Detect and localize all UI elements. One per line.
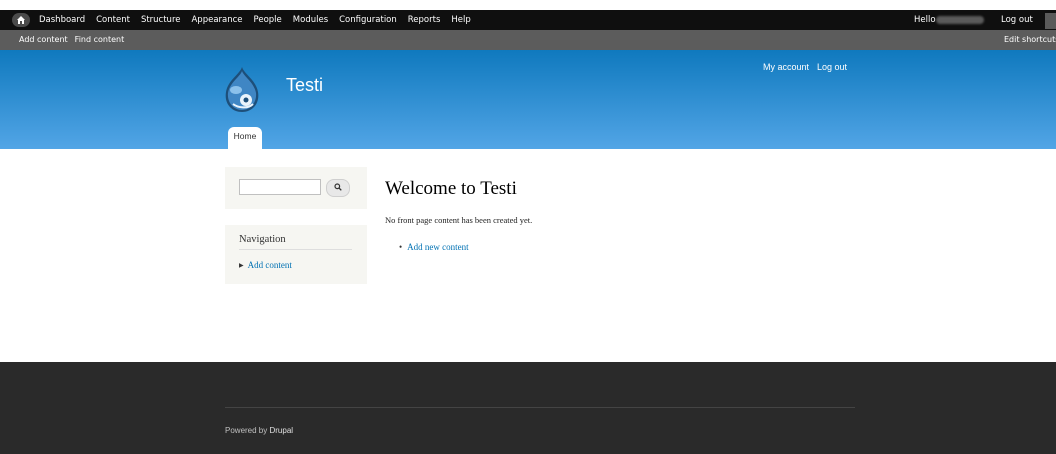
menu-modules[interactable]: Modules xyxy=(293,15,328,25)
blurred-username[interactable] xyxy=(936,16,984,24)
toolbar-logout-link[interactable]: Log out xyxy=(1001,10,1033,30)
powered-by-text: Powered by Drupal xyxy=(225,426,293,435)
admin-toolbar: Dashboard Content Structure Appearance P… xyxy=(0,10,1056,30)
site-footer: Powered by Drupal xyxy=(0,362,1056,454)
menu-content[interactable]: Content xyxy=(96,15,130,25)
menu-reports[interactable]: Reports xyxy=(408,15,441,25)
add-new-content-link[interactable]: • Add new content xyxy=(399,242,469,252)
shortcut-find-content[interactable]: Find content xyxy=(75,30,125,50)
search-button[interactable] xyxy=(326,179,350,197)
nav-item-add-content[interactable]: ▶ Add content xyxy=(239,260,292,270)
menu-help[interactable]: Help xyxy=(451,15,470,25)
search-input[interactable] xyxy=(239,179,321,195)
secondary-menu: My account Log out xyxy=(763,62,847,72)
tab-home[interactable]: Home xyxy=(228,127,262,149)
header-logout-link[interactable]: Log out xyxy=(817,62,847,72)
empty-message: No front page content has been created y… xyxy=(385,215,533,225)
triangle-right-icon: ▶ xyxy=(239,263,244,269)
site-header xyxy=(0,50,1056,149)
hello-text: Hello xyxy=(914,15,936,25)
footer-divider xyxy=(225,407,855,408)
shortcuts-bar: Add content Find content Edit shortcuts xyxy=(0,30,1056,50)
menu-dashboard[interactable]: Dashboard xyxy=(39,15,85,25)
site-name[interactable]: Testi xyxy=(286,75,323,96)
navigation-title: Navigation xyxy=(239,234,352,250)
drupal-logo-icon[interactable] xyxy=(222,66,262,118)
menu-structure[interactable]: Structure xyxy=(141,15,181,25)
my-account-link[interactable]: My account xyxy=(763,62,809,72)
add-new-content-label: Add new content xyxy=(407,242,469,252)
admin-menu: Dashboard Content Structure Appearance P… xyxy=(39,10,471,30)
menu-appearance[interactable]: Appearance xyxy=(191,15,242,25)
nav-item-label: Add content xyxy=(247,260,292,270)
powered-by-label: Powered by xyxy=(225,426,268,435)
bullet-icon: • xyxy=(399,242,403,252)
menu-configuration[interactable]: Configuration xyxy=(339,15,397,25)
search-icon xyxy=(334,183,342,191)
page-title: Welcome to Testi xyxy=(385,178,517,199)
drupal-link[interactable]: Drupal xyxy=(269,426,293,435)
navigation-block: Navigation ▶ Add content xyxy=(225,225,367,284)
edit-shortcuts-link[interactable]: Edit shortcuts xyxy=(1004,30,1056,50)
menu-people[interactable]: People xyxy=(254,15,282,25)
home-icon[interactable] xyxy=(12,13,30,27)
shortcut-toggle-button[interactable] xyxy=(1045,13,1056,29)
search-block xyxy=(225,167,367,209)
shortcut-add-content[interactable]: Add content xyxy=(19,30,68,50)
